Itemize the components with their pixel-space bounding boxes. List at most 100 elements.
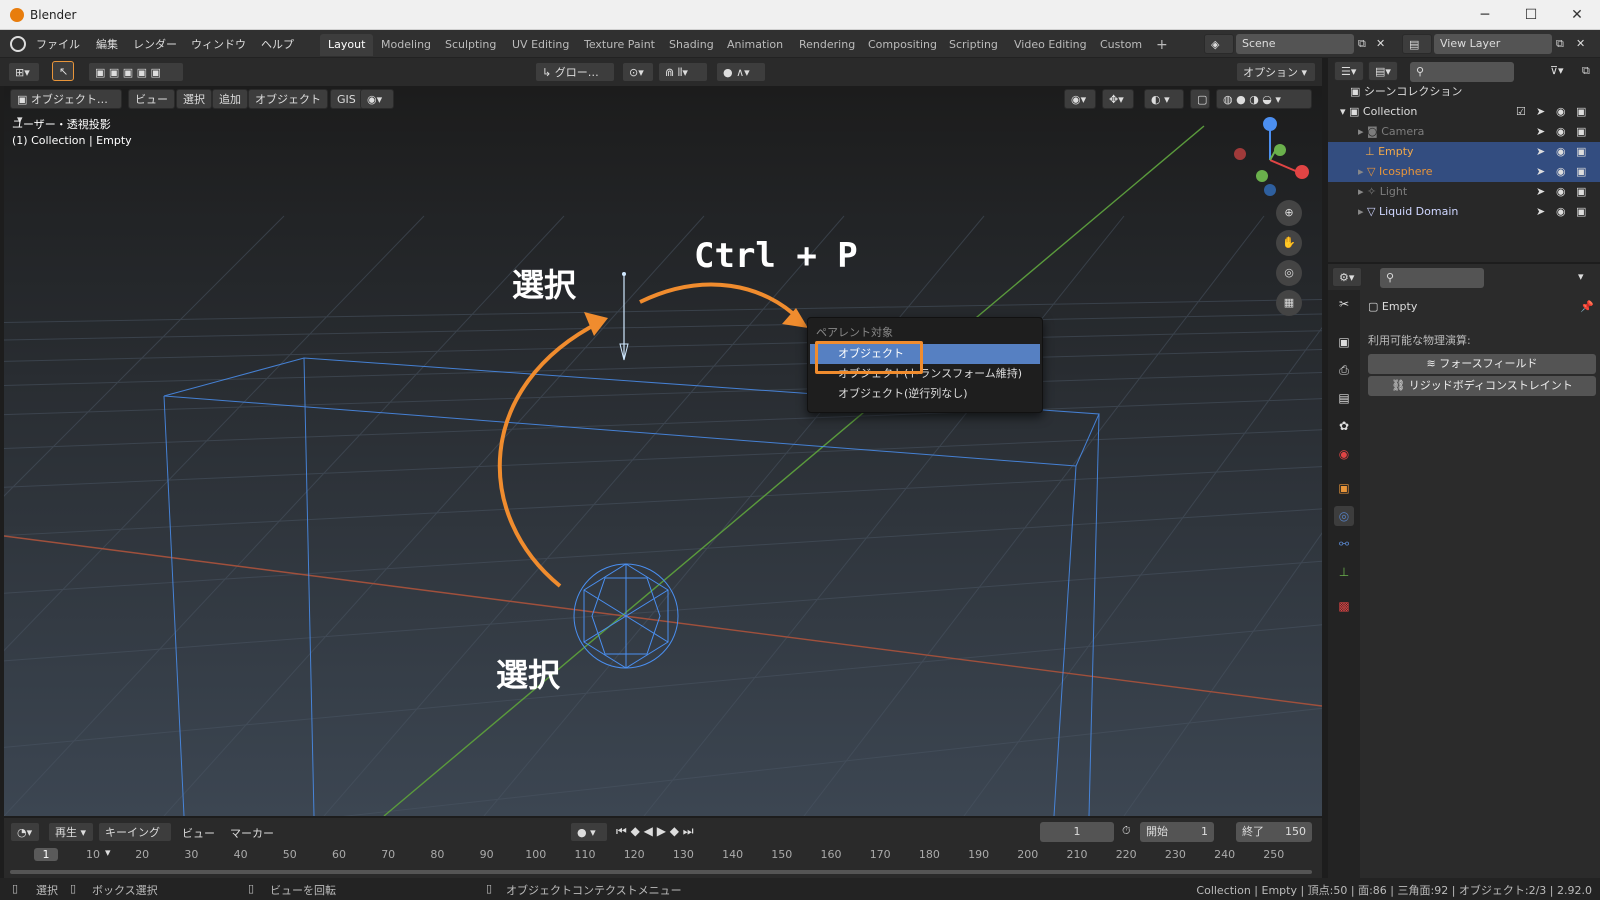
select-tool-icon[interactable]: ↖ <box>52 61 74 81</box>
viewport-menu-add[interactable]: 追加 <box>212 89 248 109</box>
timeline-editor-type-icon[interactable]: ◔▾ <box>10 822 40 842</box>
tab-texture-paint[interactable]: Texture Paint <box>576 34 663 56</box>
tab-sculpting[interactable]: Sculpting <box>437 34 504 56</box>
viewport-menu-view[interactable]: ビュー <box>128 89 175 109</box>
render-camera-icon[interactable]: ▣ <box>1576 182 1586 202</box>
render-camera-icon[interactable]: ▣ <box>1576 162 1586 182</box>
remove-scene-icon[interactable]: ✕ <box>1376 37 1385 50</box>
zoom-icon[interactable]: ⊕ <box>1276 200 1302 226</box>
playback-menu[interactable]: 再生 ▾ <box>48 822 94 842</box>
render-camera-icon[interactable]: ▣ <box>1576 122 1586 142</box>
outliner-display-mode-icon[interactable]: ▤▾ <box>1368 61 1398 81</box>
tab-shading[interactable]: Shading <box>661 34 722 56</box>
outliner-row[interactable]: ▸ ▽ Liquid Domain ➤ ◉ ▣ <box>1328 202 1600 222</box>
camera-view-icon[interactable]: ◎ <box>1276 260 1302 286</box>
visibility-icon[interactable]: ◉▾ <box>1064 89 1096 109</box>
tab-custom[interactable]: Custom <box>1092 34 1150 56</box>
empty-object[interactable] <box>619 272 629 361</box>
force-field-button[interactable]: ≋ フォースフィールド <box>1368 354 1596 374</box>
select-cursor-icon[interactable]: ➤ <box>1536 142 1545 162</box>
transform-orientation-dropdown[interactable]: ↳ グロー… <box>535 62 615 82</box>
constraints-tab-icon[interactable]: ⚯ <box>1334 534 1354 554</box>
stopwatch-icon[interactable]: ⏱ <box>1122 824 1131 838</box>
editor-type-icon[interactable]: ⊞▾ <box>8 62 40 82</box>
expand-arrow-icon[interactable]: ▸ <box>1358 165 1367 178</box>
select-cursor-icon[interactable]: ➤ <box>1536 182 1545 202</box>
3d-viewport[interactable]: ▣ オブジェクト… ▾ ビュー 選択 追加 オブジェクト GIS ◉▾ ◉▾ ✥… <box>4 86 1322 816</box>
properties-editor-type-icon[interactable]: ⚙▾ <box>1332 267 1362 287</box>
pin-icon[interactable]: 📌 <box>1580 300 1594 313</box>
eye-icon[interactable]: ◉ <box>1556 162 1566 182</box>
properties-options-icon[interactable]: ▾ <box>1578 270 1584 283</box>
timeline-scrollbar[interactable] <box>10 870 1312 874</box>
viewport-menu-object[interactable]: オブジェクト <box>248 89 328 109</box>
viewport-menu-select[interactable]: 選択 <box>176 89 212 109</box>
new-view-layer-icon[interactable]: ⧉ <box>1556 37 1564 51</box>
tab-scripting[interactable]: Scripting <box>941 34 1006 56</box>
select-cursor-icon[interactable]: ➤ <box>1536 102 1545 122</box>
object-data-tab-icon[interactable]: ⊥ <box>1334 562 1354 582</box>
keying-menu[interactable]: キーイング ▾ <box>98 822 172 859</box>
eye-icon[interactable]: ◉ <box>1556 202 1566 222</box>
select-cursor-icon[interactable]: ➤ <box>1536 122 1545 142</box>
proportional-edit-icon[interactable]: ● ∧▾ <box>716 62 766 82</box>
expand-arrow-icon[interactable]: ▸ <box>1358 185 1367 198</box>
expand-arrow-icon[interactable] <box>1358 145 1365 158</box>
output-tab-icon[interactable]: ⎙ <box>1334 360 1354 380</box>
shading-mode-icons[interactable]: ◍ ● ◑ ◒ ▾ <box>1216 89 1312 109</box>
render-camera-icon[interactable]: ▣ <box>1576 102 1586 122</box>
tab-rendering[interactable]: Rendering <box>791 34 863 56</box>
select-cursor-icon[interactable]: ➤ <box>1536 162 1545 182</box>
new-collection-icon[interactable]: ⧉ <box>1582 64 1590 78</box>
outliner-row[interactable]: ▸ ✧ Light ➤ ◉ ▣ <box>1328 182 1600 202</box>
menu-item-object-without-inverse[interactable]: オブジェクト(逆行列なし) <box>810 384 1040 404</box>
outliner-root-row[interactable]: ▣ シーンコレクション <box>1328 82 1600 102</box>
overlay-toggle-icon[interactable]: ◐ ▾ <box>1144 89 1184 109</box>
scene-field[interactable]: Scene <box>1236 34 1354 54</box>
maximize-button[interactable]: ☐ <box>1508 0 1554 30</box>
outliner-editor-type-icon[interactable]: ☰▾ <box>1334 61 1364 81</box>
expand-arrow-icon[interactable]: ▸ <box>1358 125 1367 138</box>
outliner-collection-row[interactable]: ▾ ▣ Collection ☑ ➤ ◉ ▣ <box>1328 102 1600 122</box>
remove-view-layer-icon[interactable]: ✕ <box>1576 37 1585 50</box>
scene-selector-icon[interactable]: ◈ <box>1204 34 1234 54</box>
menu-file[interactable]: ファイル <box>36 36 80 52</box>
view-layer-field[interactable]: View Layer <box>1434 34 1552 54</box>
collection-checkbox-icon[interactable]: ☑ <box>1516 102 1526 122</box>
gizmo-toggle-icon[interactable]: ✥▾ <box>1102 89 1134 109</box>
playback-controls-icon[interactable]: ⏮ ◆ ◀ ▶ ◆ ⏭ <box>616 824 694 839</box>
add-workspace-button[interactable]: + <box>1148 34 1176 56</box>
menu-render[interactable]: レンダー <box>133 36 177 52</box>
xray-toggle-icon[interactable]: ▢ <box>1190 89 1210 109</box>
eye-icon[interactable]: ◉ <box>1556 182 1566 202</box>
scene-tab-icon[interactable]: ✿ <box>1334 416 1354 436</box>
ortho-grid-icon[interactable]: ▦ <box>1276 290 1302 316</box>
timeline-menu-marker[interactable]: マーカー <box>230 825 274 841</box>
render-tab-icon[interactable]: ▣ <box>1334 332 1354 352</box>
close-button[interactable]: ✕ <box>1554 0 1600 30</box>
outliner-row[interactable]: ▸ ▽ Icosphere ➤ ◉ ▣ <box>1328 162 1600 182</box>
outliner-row[interactable]: ⊥ Empty ➤ ◉ ▣ <box>1328 142 1600 162</box>
selection-mode-icons[interactable]: ▣ ▣ ▣ ▣ ▣ <box>88 62 184 82</box>
expand-arrow-icon[interactable]: ▾ <box>1340 105 1349 118</box>
timeline-menu-view[interactable]: ビュー <box>182 825 215 841</box>
eye-icon[interactable]: ◉ <box>1556 122 1566 142</box>
menu-help[interactable]: ヘルプ <box>261 36 294 52</box>
view-layer-selector-icon[interactable]: ▤ <box>1402 34 1432 54</box>
end-frame-field[interactable]: 終了 150 <box>1236 822 1312 842</box>
tab-compositing[interactable]: Compositing <box>860 34 945 56</box>
rigid-body-constraint-button[interactable]: ⛓ リジッドボディコンストレイント <box>1368 376 1596 396</box>
menu-edit[interactable]: 編集 <box>96 36 118 52</box>
physics-tab-icon[interactable]: ◎ <box>1334 506 1354 526</box>
tab-video-editing[interactable]: Video Editing <box>1006 34 1095 56</box>
viewport-menu-gis[interactable]: GIS <box>330 89 363 109</box>
expand-arrow-icon[interactable]: ▸ <box>1358 205 1367 218</box>
gis-globe-icon[interactable]: ◉▾ <box>360 89 394 109</box>
texture-tab-icon[interactable]: ▩ <box>1334 596 1354 616</box>
mode-dropdown[interactable]: ▣ オブジェクト… ▾ <box>10 89 122 126</box>
tab-modeling[interactable]: Modeling <box>373 34 439 56</box>
minimize-button[interactable]: ─ <box>1462 0 1508 30</box>
icosphere-object[interactable] <box>573 563 679 669</box>
filter-icon[interactable]: ⊽▾ <box>1550 64 1564 77</box>
current-frame-field[interactable]: 1 <box>1040 822 1114 842</box>
